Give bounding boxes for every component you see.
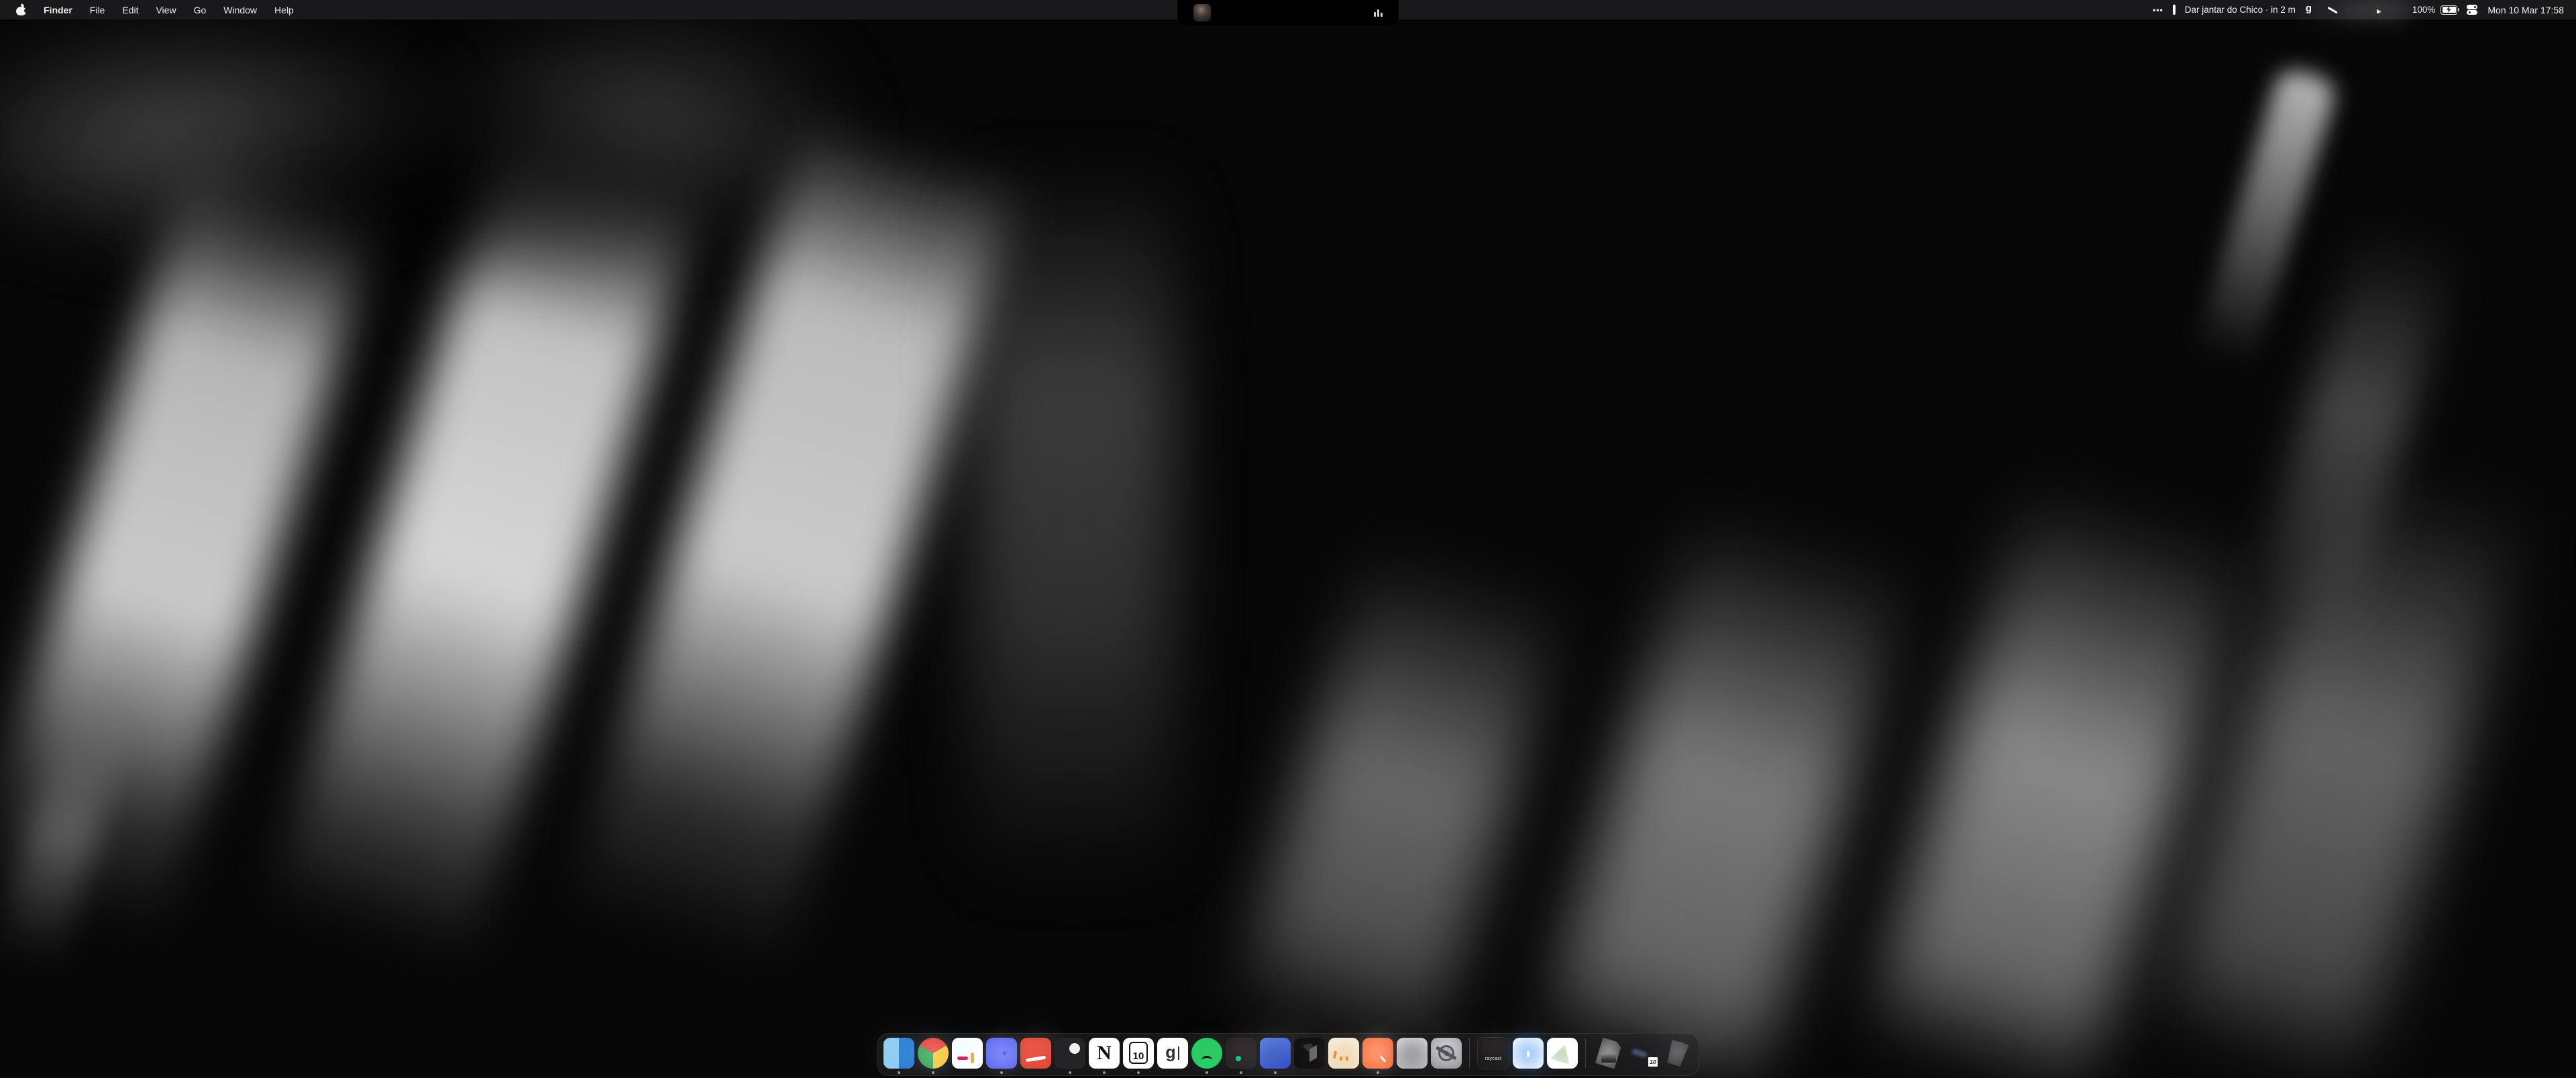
battery-icon[interactable] xyxy=(2440,5,2457,15)
dock-item-google-drive[interactable] xyxy=(1547,1038,1578,1069)
apple-menu-icon[interactable] xyxy=(16,4,26,15)
dock-item-finder[interactable] xyxy=(883,1038,914,1069)
dock-item-screenshot-file[interactable]: 10 xyxy=(1627,1038,1658,1069)
wallpaper-shadow xyxy=(94,87,765,288)
menu-view[interactable]: View xyxy=(156,5,176,15)
wallpaper-streak xyxy=(973,161,1174,932)
menu-window[interactable]: Window xyxy=(223,5,257,15)
dock-item-chrome[interactable] xyxy=(918,1038,949,1069)
menu-file[interactable]: File xyxy=(90,5,105,15)
running-indicator-dot xyxy=(1240,1071,1242,1074)
dock-item-system-settings[interactable] xyxy=(1431,1038,1462,1069)
dock-item-todoist[interactable] xyxy=(1020,1038,1051,1069)
wallpaper-streak xyxy=(2189,65,2339,384)
running-indicator-dot xyxy=(1137,1071,1140,1074)
battery-percentage: 100% xyxy=(2412,5,2436,15)
dock-item-discord[interactable] xyxy=(986,1038,1017,1069)
running-indicator-dot xyxy=(898,1071,900,1074)
running-indicator-dot xyxy=(1103,1071,1106,1074)
dock-item-raycast[interactable]: raycast xyxy=(1477,1037,1509,1069)
now-playing-equalizer-icon[interactable] xyxy=(1374,9,1383,17)
running-indicator-dot xyxy=(932,1071,934,1074)
desktop: Finder File Edit View Go Window Help ••• Dar … xyxy=(0,0,2576,1078)
dock-separator xyxy=(1469,1038,1470,1068)
dock-item-blue-window-app[interactable] xyxy=(1260,1038,1291,1069)
now-playing-album-art[interactable] xyxy=(1193,4,1211,21)
dock-item-spotify[interactable] xyxy=(1191,1038,1222,1069)
active-app-name[interactable]: Finder xyxy=(44,5,72,15)
running-indicator-dot xyxy=(1069,1071,1071,1074)
desktop-wallpaper xyxy=(0,0,2576,1078)
control-center-icon[interactable] xyxy=(2467,5,2478,15)
dock-item-elephant-app[interactable] xyxy=(1328,1038,1359,1069)
status-icon-granola-assistant[interactable]: g xyxy=(2305,4,2317,16)
dock-item-postman[interactable] xyxy=(1362,1038,1393,1069)
dock-item-notion[interactable]: N xyxy=(1089,1038,1120,1069)
dock-item-trash[interactable] xyxy=(1662,1038,1693,1069)
notch xyxy=(1177,0,1399,25)
running-indicator-dot xyxy=(1274,1071,1277,1074)
running-indicator-dot xyxy=(1205,1071,1208,1074)
dock-item-document-file[interactable] xyxy=(1593,1038,1624,1069)
dock-item-notion-calendar[interactable]: 10 xyxy=(1123,1038,1154,1069)
wallpaper-streak xyxy=(1541,503,1913,1078)
dock-item-granola[interactable]: g xyxy=(1157,1038,1188,1069)
reminder-indicator-bar xyxy=(2173,5,2176,15)
menu-help[interactable]: Help xyxy=(274,5,294,15)
menu-bar-status: ••• Dar jantar do Chico · in 2 m g 100% xyxy=(2153,0,2576,19)
status-icons: g xyxy=(2305,4,2403,16)
dock-item-linear[interactable] xyxy=(1055,1038,1085,1069)
dock-item-figma[interactable] xyxy=(1226,1038,1256,1069)
dock-item-1password[interactable] xyxy=(1513,1038,1544,1069)
dock-item-3d-cube-app[interactable] xyxy=(1294,1038,1325,1069)
running-indicator-dot xyxy=(1377,1071,1379,1074)
running-indicator-dot xyxy=(1000,1071,1003,1074)
menu-edit[interactable]: Edit xyxy=(122,5,138,15)
status-icon-1password-status[interactable] xyxy=(2391,4,2403,16)
wallpaper-streak xyxy=(1235,538,1568,1059)
dock: N 10 g xyxy=(877,1033,1699,1076)
dock-item-slack[interactable] xyxy=(952,1038,983,1069)
status-icon-display-mirroring[interactable] xyxy=(2369,4,2381,16)
dock-item-iphone-mirroring[interactable] xyxy=(1397,1038,1428,1069)
reminder-text[interactable]: Dar jantar do Chico · in 2 m xyxy=(2185,5,2296,15)
menu-go[interactable]: Go xyxy=(194,5,207,15)
status-icon-asterisk-app[interactable] xyxy=(2326,4,2339,16)
status-icon-pick-app[interactable] xyxy=(2348,4,2360,16)
menu-bar-clock[interactable]: Mon 10 Mar 17:58 xyxy=(2487,5,2564,15)
dock-separator xyxy=(1585,1038,1586,1068)
app-menus: File Edit View Go Window Help xyxy=(90,5,294,15)
status-overflow-button[interactable]: ••• xyxy=(2153,5,2163,15)
